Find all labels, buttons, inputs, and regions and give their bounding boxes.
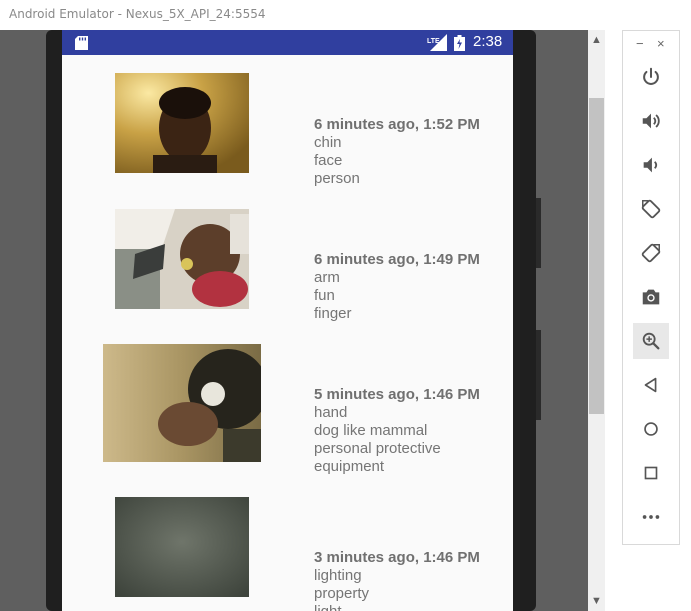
power-icon — [643, 67, 659, 85]
photo-thumbnail[interactable] — [103, 344, 261, 462]
item-label: lighting — [314, 567, 362, 584]
photo-thumbnail[interactable] — [115, 497, 249, 597]
item-label: finger — [314, 305, 352, 322]
sd-card-icon — [75, 36, 88, 50]
emulator-toolbar: − × — [622, 30, 680, 545]
item-label: chin — [314, 134, 342, 151]
window-scrollbar[interactable]: ▲ ▼ — [588, 30, 605, 611]
more-button[interactable] — [633, 499, 669, 535]
scrollbar-thumb[interactable] — [589, 98, 604, 414]
status-time: 2:38 — [473, 33, 503, 50]
zoom-button[interactable] — [633, 323, 669, 359]
item-label: light — [314, 603, 480, 611]
screenshot-button[interactable] — [633, 279, 669, 315]
back-button[interactable] — [633, 367, 669, 403]
item-label: personal protective — [314, 440, 441, 457]
status-bar: LTE 2:38 — [62, 30, 513, 55]
item-label: equipment — [314, 458, 385, 475]
item-label: face — [314, 152, 343, 169]
item-label: fun — [314, 287, 335, 304]
volume-up-button[interactable] — [633, 103, 669, 139]
device-side-button — [536, 198, 541, 268]
camera-icon — [642, 289, 660, 305]
zoom-icon — [642, 332, 660, 350]
scroll-up-arrow-icon[interactable]: ▲ — [588, 30, 605, 50]
device-viewport: LTE 2:38 6 minutes ago, 1:52 PM chin fac… — [0, 30, 588, 611]
item-timestamp: 6 minutes ago, 1:52 PM — [314, 116, 480, 133]
overview-icon — [644, 466, 658, 480]
lte-signal-icon: LTE — [427, 34, 447, 51]
item-timestamp: 5 minutes ago, 1:46 PM — [314, 386, 480, 403]
home-icon — [644, 422, 658, 436]
battery-icon — [454, 35, 465, 51]
home-button[interactable] — [633, 411, 669, 447]
item-timestamp: 6 minutes ago, 1:49 PM — [314, 251, 480, 268]
minimize-button[interactable]: − — [636, 36, 644, 51]
device-side-button-2 — [536, 330, 541, 420]
back-icon — [644, 377, 657, 393]
item-label: property — [314, 585, 370, 602]
volume-down-icon — [643, 157, 658, 173]
rotate-left-button[interactable] — [633, 191, 669, 227]
photo-thumbnail[interactable] — [115, 73, 249, 173]
item-details: 6 minutes ago, 1:52 PM chin face person — [314, 116, 480, 188]
device-screen[interactable]: LTE 2:38 6 minutes ago, 1:52 PM chin fac… — [62, 30, 513, 611]
volume-up-icon — [642, 113, 660, 129]
window-title: Android Emulator - Nexus_5X_API_24:5554 — [9, 7, 266, 21]
svg-text:LTE: LTE — [427, 38, 440, 45]
rotate-right-icon — [641, 243, 661, 263]
item-details: 3 minutes ago, 1:46 PM lighting property… — [314, 549, 480, 611]
item-details: 6 minutes ago, 1:49 PM arm fun finger — [314, 251, 480, 323]
item-label: arm — [314, 269, 340, 286]
more-icon — [642, 515, 660, 519]
photo-thumbnail[interactable] — [115, 209, 249, 309]
item-label: dog like mammal — [314, 422, 428, 439]
item-details: 5 minutes ago, 1:46 PM hand dog like mam… — [314, 386, 480, 476]
rotate-left-icon — [641, 199, 661, 219]
item-label: hand — [314, 404, 348, 421]
close-button[interactable]: × — [657, 36, 665, 51]
volume-down-button[interactable] — [633, 147, 669, 183]
power-button[interactable] — [633, 59, 669, 95]
item-label: person — [314, 170, 360, 187]
title-bar[interactable]: Android Emulator - Nexus_5X_API_24:5554 — [0, 0, 605, 30]
emulator-window: Android Emulator - Nexus_5X_API_24:5554 … — [0, 0, 605, 611]
item-timestamp: 3 minutes ago, 1:46 PM — [314, 549, 480, 566]
overview-button[interactable] — [633, 455, 669, 491]
rotate-right-button[interactable] — [633, 235, 669, 271]
scroll-down-arrow-icon[interactable]: ▼ — [588, 591, 605, 611]
